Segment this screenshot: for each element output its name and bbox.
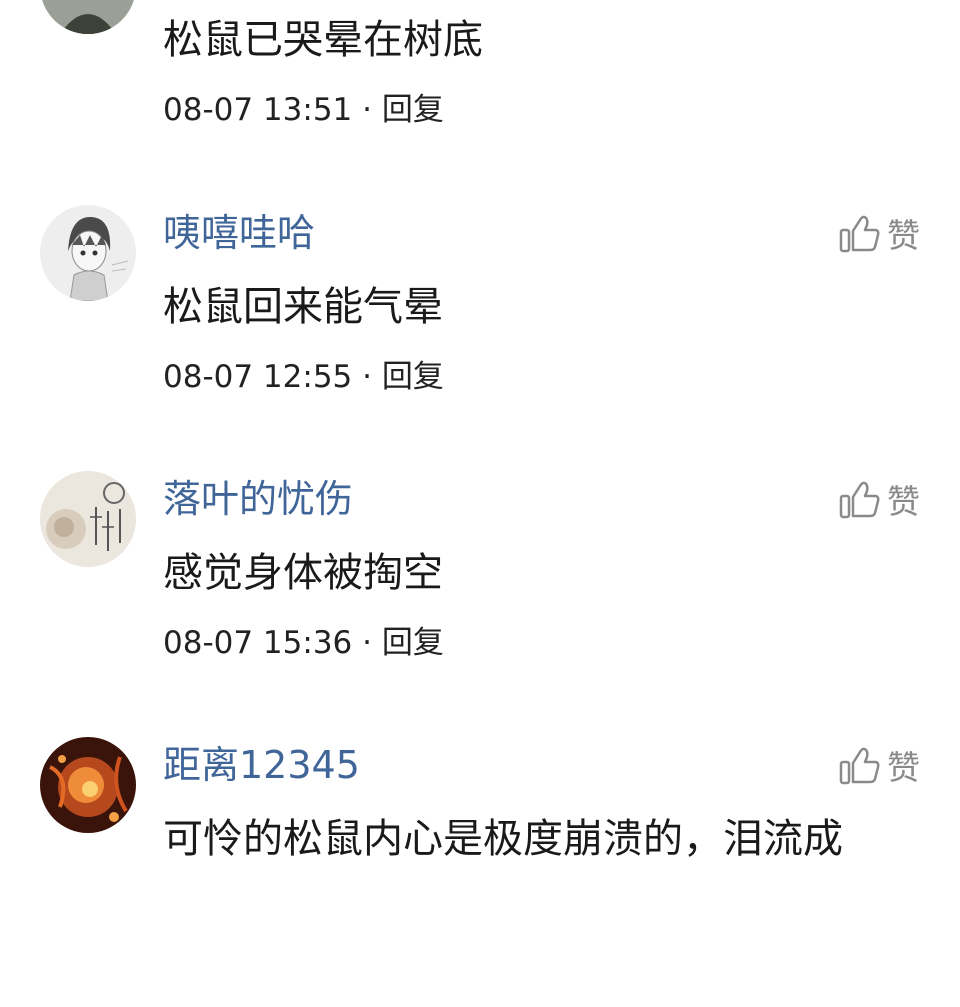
meta-separator: · [362, 625, 372, 661]
like-label: 赞 [887, 748, 920, 787]
comment-item: 距离12345 赞 可怜的松鼠内心是极度崩溃的，泪流成 [0, 737, 960, 1007]
user-avatar-icon [40, 0, 136, 34]
thumbs-up-icon [839, 215, 880, 253]
reply-button[interactable]: 回复 [382, 359, 444, 395]
timestamp: 08-07 12:55 [163, 359, 353, 395]
comment-meta: 08-07 13:51 · 回复 [163, 90, 444, 130]
username[interactable]: 咦嘻哇哈 [163, 209, 315, 257]
comment-text: 松鼠回来能气晕 [163, 284, 443, 330]
comment-item: 落叶的忧伤 赞 感觉身体被掏空 08-07 15:36 · 回复 [0, 471, 960, 741]
user-avatar-icon [40, 205, 136, 301]
user-avatar-icon [40, 737, 136, 833]
comment-meta: 08-07 12:55 · 回复 [163, 357, 444, 397]
like-label: 赞 [887, 482, 920, 521]
comment-item: 咦嘻哇哈 赞 松鼠回来能气晕 08-07 12:55 · 回复 [0, 205, 960, 475]
username[interactable]: 落叶的忧伤 [163, 475, 353, 523]
avatar[interactable] [40, 471, 136, 567]
like-button[interactable]: 赞 [839, 741, 920, 789]
like-button[interactable]: 赞 [839, 209, 920, 257]
comment-text: 可怜的松鼠内心是极度崩溃的，泪流成 [163, 816, 843, 862]
avatar[interactable] [40, 0, 136, 34]
username[interactable]: 距离12345 [163, 741, 360, 789]
user-avatar-icon [40, 471, 136, 567]
avatar[interactable] [40, 205, 136, 301]
avatar[interactable] [40, 737, 136, 833]
like-label: 赞 [887, 216, 920, 255]
comment-meta: 08-07 15:36 · 回复 [163, 623, 444, 663]
reply-button[interactable]: 回复 [382, 92, 444, 128]
comment-text: 松鼠已哭晕在树底 [163, 17, 483, 63]
timestamp: 08-07 15:36 [163, 625, 353, 661]
timestamp: 08-07 13:51 [163, 92, 353, 128]
thumbs-up-icon [839, 481, 880, 519]
reply-button[interactable]: 回复 [382, 625, 444, 661]
meta-separator: · [362, 92, 372, 128]
comment-text: 感觉身体被掏空 [163, 550, 443, 596]
thumbs-up-icon [839, 747, 880, 785]
like-button[interactable]: 赞 [839, 475, 920, 523]
meta-separator: · [362, 359, 372, 395]
